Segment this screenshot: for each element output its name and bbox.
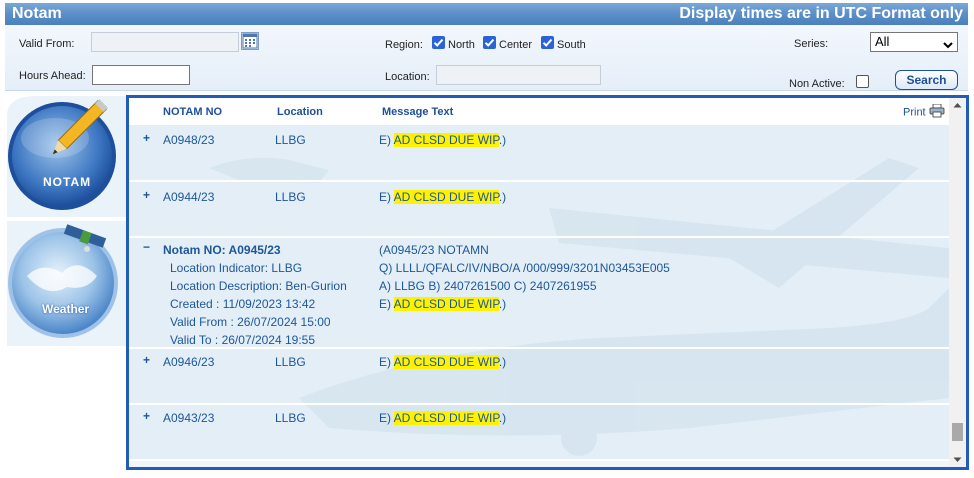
notam-no: A0943/23 (163, 411, 215, 425)
notam-location: LLBG (275, 355, 306, 369)
table-row[interactable]: + A0948/23 LLBG E) AD CLSD DUE WIP.) (129, 125, 949, 182)
table-header: NOTAM NO Location Message Text Print (129, 98, 949, 125)
hours-ahead-label: Hours Ahead: (19, 70, 86, 82)
location-description: Location Description: Ben-Gurion (170, 279, 347, 293)
valid-from-time: Valid From : 26/07/2024 15:00 (170, 315, 331, 329)
notam-raw-line-2: Q) LLLL/QFALC/IV/NBO/A /000/999/3201N034… (379, 261, 670, 275)
column-location[interactable]: Location (277, 106, 323, 118)
location-indicator: Location Indicator: LLBG (170, 261, 303, 275)
notam-page: Notam Display times are in UTC Format on… (0, 0, 974, 478)
expand-icon[interactable]: + (143, 131, 150, 145)
scroll-up-icon[interactable] (949, 98, 966, 113)
collapse-icon[interactable]: − (143, 240, 150, 254)
column-message-text[interactable]: Message Text (382, 106, 453, 118)
valid-to-time: Valid To : 26/07/2024 19:55 (170, 333, 316, 347)
notam-raw-line-1: (A0945/23 NOTAMN (379, 243, 489, 257)
notam-message: E) AD CLSD DUE WIP.) (379, 190, 507, 204)
print-button[interactable]: Print (903, 103, 945, 121)
table-row-expanded[interactable]: − Notam NO: A0945/23 Location Indicator:… (129, 238, 949, 349)
non-active-checkbox[interactable] (856, 75, 869, 88)
table-row[interactable]: + A0944/23 LLBG E) AD CLSD DUE WIP.) (129, 182, 949, 238)
expand-icon[interactable]: + (143, 188, 150, 202)
region-north-label: North (448, 39, 475, 51)
valid-from-label: Valid From: (19, 38, 75, 50)
utc-note: Display times are in UTC Format only (679, 5, 963, 22)
created-time: Created : 11/09/2023 13:42 (170, 297, 316, 311)
scroll-down-icon[interactable] (949, 452, 966, 467)
expand-icon[interactable]: + (143, 353, 150, 367)
header-bar: Notam Display times are in UTC Format on… (5, 3, 968, 25)
print-label: Print (903, 106, 926, 119)
sidebar-weather-label: Weather (42, 302, 90, 316)
hours-ahead-input[interactable] (92, 65, 190, 85)
page-title: Notam (12, 5, 62, 22)
region-north-checkbox[interactable] (432, 36, 445, 49)
column-notam-no[interactable]: NOTAM NO (163, 106, 222, 118)
sidebar-item-notam[interactable]: NOTAM (7, 96, 130, 217)
sidebar-item-weather[interactable]: Weather (7, 221, 130, 346)
notam-no: A0944/23 (163, 190, 215, 204)
notam-location: LLBG (275, 190, 306, 204)
scrollbar-thumb[interactable] (952, 423, 963, 441)
satellite-icon (61, 221, 109, 264)
region-label: Region: (385, 39, 423, 51)
table-row[interactable]: + A0943/23 LLBG E) AD CLSD DUE WIP.) (129, 405, 949, 461)
notam-raw-line-3: A) LLBG B) 2407261500 C) 2407261955 (379, 279, 597, 293)
pencil-icon (41, 96, 111, 171)
expanded-title: Notam NO: A0945/23 (163, 243, 281, 257)
notam-no: A0948/23 (163, 133, 215, 147)
notam-no: A0946/23 (163, 355, 215, 369)
printer-icon (929, 103, 945, 121)
notam-location: LLBG (275, 133, 306, 147)
expand-icon[interactable]: + (143, 409, 150, 423)
region-south-checkbox[interactable] (541, 36, 554, 49)
table-row[interactable]: + A0946/23 LLBG E) AD CLSD DUE WIP.) (129, 349, 949, 405)
location-input[interactable] (436, 65, 601, 85)
non-active-label: Non Active: (789, 78, 845, 90)
table-scrollbar[interactable] (949, 98, 966, 467)
region-center-label: Center (499, 39, 533, 51)
region-south-label: South (557, 39, 586, 51)
notam-message: E) AD CLSD DUE WIP.) (379, 355, 507, 369)
calendar-icon[interactable] (241, 32, 259, 50)
chevron-down-icon (943, 37, 953, 55)
series-label: Series: (794, 38, 829, 50)
region-center-checkbox[interactable] (483, 36, 496, 49)
location-label: Location: (385, 71, 430, 83)
notam-message: E) AD CLSD DUE WIP.) (379, 297, 507, 311)
notam-location: LLBG (275, 411, 306, 425)
series-selected-value: All (875, 34, 890, 49)
filter-panel: Valid From: Hours Ahead: Region: North C… (5, 25, 968, 91)
sidebar-notam-label: NOTAM (43, 175, 92, 189)
search-button[interactable]: Search (895, 70, 958, 90)
valid-from-input[interactable] (91, 32, 239, 52)
series-select[interactable]: All (870, 32, 958, 52)
notam-message: E) AD CLSD DUE WIP.) (379, 133, 507, 147)
table-body: + A0948/23 LLBG E) AD CLSD DUE WIP.) + A… (129, 125, 949, 467)
notam-message: E) AD CLSD DUE WIP.) (379, 411, 507, 425)
notam-table-frame: NOTAM NO Location Message Text Print + A… (126, 95, 969, 470)
